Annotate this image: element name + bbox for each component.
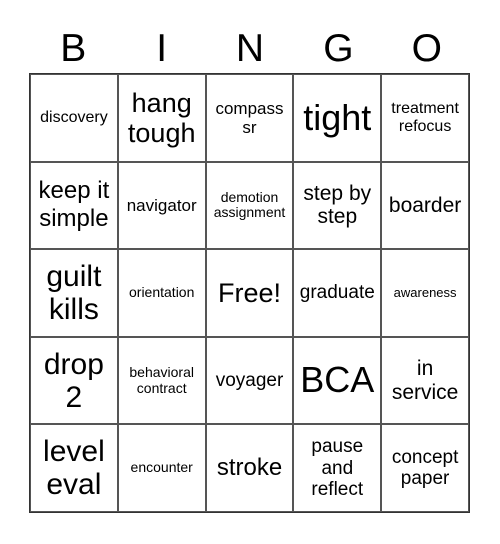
bingo-cell[interactable]: level eval <box>30 424 118 512</box>
bingo-cell[interactable]: pause and reflect <box>293 424 382 512</box>
bingo-cell[interactable]: step by step <box>293 161 382 250</box>
bingo-cell[interactable]: in service <box>381 336 469 425</box>
bingo-cell[interactable]: drop 2 <box>30 336 118 425</box>
header-letter-n: N <box>235 27 265 70</box>
header-letter-i: I <box>156 27 168 70</box>
bingo-cell[interactable]: discovery <box>30 74 118 162</box>
bingo-cell[interactable]: guilt kills <box>30 249 118 337</box>
bingo-cell[interactable]: behavioral contract <box>117 336 206 425</box>
header-letter-o: O <box>411 27 442 70</box>
bingo-cell[interactable]: navigator <box>117 161 206 250</box>
bingo-cell[interactable]: demotion assignment <box>205 161 294 250</box>
bingo-cell[interactable]: treatment refocus <box>381 74 469 162</box>
bingo-cell[interactable]: voyager <box>205 336 294 425</box>
bingo-cell[interactable]: boarder <box>381 161 469 250</box>
bingo-cell[interactable]: stroke <box>205 424 294 512</box>
bingo-cell[interactable]: keep it simple <box>30 161 118 250</box>
bingo-cell[interactable]: BCA <box>293 336 382 425</box>
bingo-cell[interactable]: concept paper <box>381 424 469 512</box>
free-space-cell[interactable]: Free! <box>205 249 294 337</box>
bingo-cell[interactable]: hang tough <box>117 74 206 162</box>
bingo-cell[interactable]: encounter <box>117 424 206 512</box>
bingo-header: B I N G O <box>29 26 471 72</box>
bingo-cell[interactable]: orientation <box>117 249 206 337</box>
header-letter-b: B <box>60 27 87 70</box>
bingo-cell[interactable]: compass sr <box>205 74 294 162</box>
bingo-cell[interactable]: graduate <box>293 249 382 337</box>
bingo-cell[interactable]: tight <box>293 74 382 162</box>
bingo-cell[interactable]: awareness <box>381 249 469 337</box>
bingo-grid: discovery hang tough compass sr tight tr… <box>29 73 470 513</box>
header-letter-g: G <box>323 27 354 70</box>
